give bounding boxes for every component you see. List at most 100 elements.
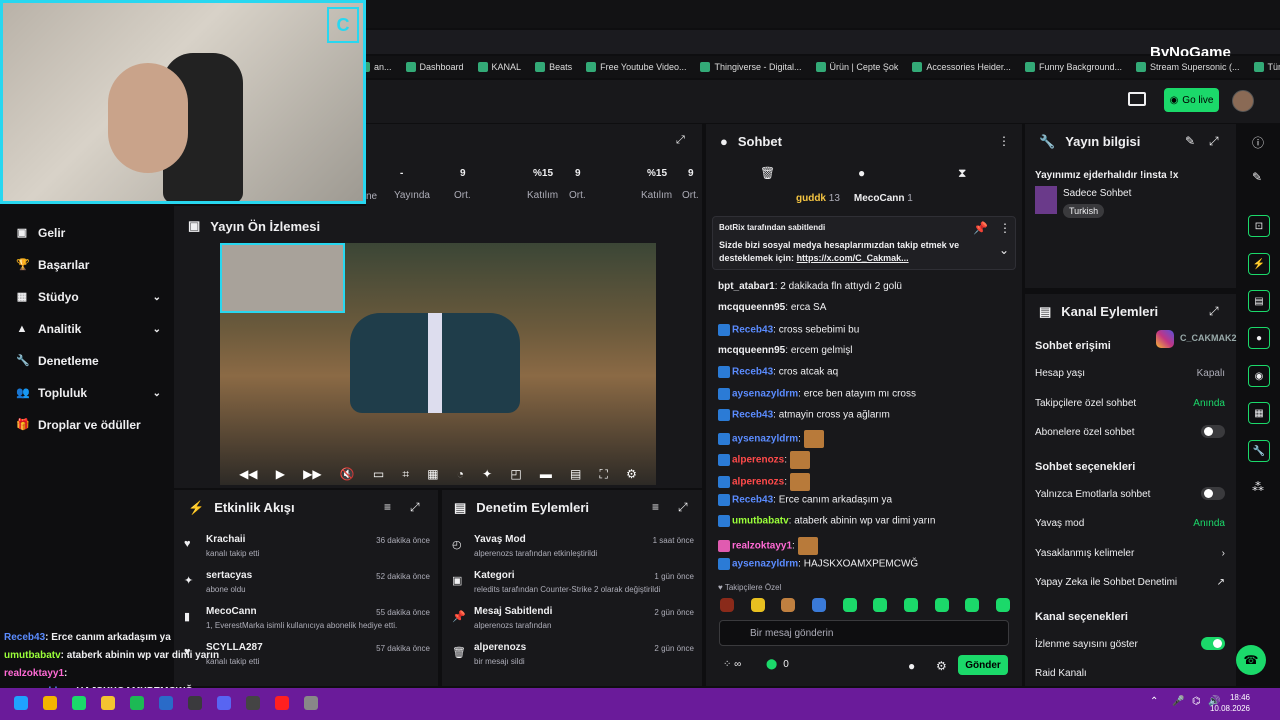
chat-bubble-icon[interactable]: ●: [858, 166, 865, 180]
emote-icon[interactable]: [781, 598, 796, 612]
emote-icon[interactable]: [842, 598, 857, 612]
address-bar[interactable]: [360, 30, 1280, 54]
crop-icon[interactable]: ⌗: [402, 467, 409, 482]
emote-icon[interactable]: [811, 598, 826, 612]
broadcast-icon[interactable]: ◉: [1248, 365, 1270, 387]
tray-chevron-icon[interactable]: ⌃: [1150, 696, 1158, 707]
bookmark-item[interactable]: Accessories Heider...: [912, 62, 1011, 72]
chevron-down-icon[interactable]: ⌄: [153, 388, 161, 399]
speed-icon[interactable]: ◔: [457, 467, 464, 481]
sidebar-item[interactable]: ▲ Analitik ⌄: [16, 322, 161, 336]
chat-username[interactable]: Receb43: [732, 495, 773, 506]
emote-icon[interactable]: [903, 598, 918, 612]
chat-message[interactable]: Receb43: cros atcak aq: [718, 366, 838, 379]
taskbar-app-icon[interactable]: [275, 696, 289, 710]
expand-icon[interactable]: ⤢: [1209, 134, 1219, 149]
chat-message[interactable]: aysenazyldrm:: [718, 430, 824, 449]
sidebar-item[interactable]: 🎁 Droplar ve ödüller: [16, 418, 161, 432]
bookmark-item[interactable]: Funny Background...: [1024, 62, 1122, 72]
taskbar-app-icon[interactable]: [304, 696, 318, 710]
row-account-age[interactable]: Hesap yaşı Kapalı: [1035, 368, 1225, 379]
chat-message[interactable]: realzoktayy1:: [718, 536, 818, 555]
chat-message[interactable]: aysenazyldrm: HAJSKXOAMXPEMCWĞ: [718, 557, 918, 570]
emote-icon[interactable]: [995, 598, 1010, 612]
row-followers-only[interactable]: Takipçilere özel sohbet Anında: [1035, 398, 1225, 409]
chat-settings-icon[interactable]: ⚙: [936, 659, 947, 673]
tag[interactable]: Turkish: [1063, 204, 1105, 218]
viewers-toggle[interactable]: [1201, 637, 1225, 650]
bookmark-item[interactable]: Tüm Yer İşaretleri: [1253, 62, 1280, 72]
infinity-icon[interactable]: ⁘ ∞: [723, 659, 741, 670]
mic-icon[interactable]: 🎤: [1172, 696, 1184, 707]
bookmark-item[interactable]: Ürün | Cepte Şok: [815, 62, 898, 72]
sparkle-icon[interactable]: ✦: [482, 467, 492, 481]
taskbar-app-icon[interactable]: [217, 696, 231, 710]
scene-icon[interactable]: ⊡: [1248, 215, 1270, 237]
chevron-down-icon[interactable]: ⌄: [153, 324, 161, 335]
chat-message[interactable]: bpt_atabar1: 2 dakikada fln attıydı 2 go…: [718, 281, 902, 292]
mute-icon[interactable]: 🔇: [340, 467, 355, 481]
row-subs-only[interactable]: Abonelere özel sohbet: [1035, 425, 1225, 438]
bookmark-item[interactable]: Dashboard: [405, 62, 464, 72]
chat-username[interactable]: alperenozs: [732, 455, 784, 466]
sidebar-item[interactable]: 👥 Topluluk ⌄: [16, 386, 161, 400]
emote-icon[interactable]: [720, 598, 734, 612]
rewind-icon[interactable]: ◀◀: [239, 467, 257, 481]
chat-username[interactable]: realzoktayy1: [732, 540, 792, 551]
edit-icon[interactable]: ✎: [1185, 134, 1195, 148]
chat-username[interactable]: aysenazyldrm: [732, 388, 798, 399]
more-icon[interactable]: ⋮: [999, 221, 1011, 235]
chat-message[interactable]: Receb43: cross sebebimi bu: [718, 323, 859, 336]
category-name[interactable]: Sadece Sohbet: [1063, 188, 1131, 199]
emote-icon[interactable]: [873, 598, 888, 612]
more-icon[interactable]: ⋮: [998, 134, 1010, 148]
lightning-icon[interactable]: ⚡: [1248, 253, 1270, 275]
pinned-link[interactable]: https://x.com/C_Cakmak...: [797, 253, 909, 263]
expand-icon[interactable]: ⤢: [1209, 304, 1219, 319]
clock[interactable]: 18:46 10.08.2026: [1210, 692, 1250, 714]
chat-username[interactable]: umutbabatv: [732, 516, 789, 527]
points-display[interactable]: ⬤ 0: [766, 659, 789, 670]
chat-message[interactable]: alperenozs:: [718, 472, 810, 491]
taskbar-app-icon[interactable]: [159, 696, 173, 710]
pencil-icon[interactable]: ✎: [1252, 170, 1262, 184]
expand-icon[interactable]: ⤢: [678, 500, 688, 515]
send-button[interactable]: Gönder: [958, 655, 1008, 675]
chat-message[interactable]: aysenazyldrm: erce ben atayım mı cross: [718, 387, 916, 400]
emote-icon[interactable]: [965, 598, 980, 612]
row-raid-channel[interactable]: Raid Kanalı: [1035, 668, 1225, 679]
sidebar-item[interactable]: 🔧 Denetleme: [16, 354, 161, 368]
settings-icon[interactable]: ⚙: [626, 467, 637, 481]
row-emote-only[interactable]: Yalnızca Emotlarla sohbet: [1035, 487, 1225, 500]
chat-input[interactable]: Bir mesaj gönderin: [719, 620, 1009, 646]
taskbar-app-icon[interactable]: [130, 696, 144, 710]
chat-username[interactable]: mcqqueenn95: [718, 345, 785, 356]
chat-username[interactable]: alperenozs: [732, 476, 784, 487]
camera-icon[interactable]: [1128, 92, 1146, 106]
chevron-down-icon[interactable]: ⌄: [153, 292, 161, 303]
bookmark-item[interactable]: Beats: [535, 62, 572, 72]
emote-picker-icon[interactable]: ●: [908, 659, 915, 673]
taskbar-app-icon[interactable]: [14, 696, 28, 710]
stream-preview-video[interactable]: [220, 243, 656, 485]
hourglass-icon[interactable]: ⧗: [958, 166, 966, 181]
sidebar-item[interactable]: ▣ Gelir: [16, 226, 161, 240]
chat-message[interactable]: umutbabatv: ataberk abinin wp var dimi y…: [718, 515, 935, 528]
support-icon[interactable]: ☎: [1236, 645, 1266, 675]
bookmark-item[interactable]: KANAL: [477, 62, 521, 72]
pip-icon[interactable]: ◰: [510, 467, 521, 481]
fullscreen-icon[interactable]: ⛶: [600, 467, 608, 482]
row-slow-mode[interactable]: Yavaş mod Anında: [1035, 518, 1225, 529]
bookmark-item[interactable]: Thingiverse - Digital...: [700, 62, 802, 72]
taskbar-app-icon[interactable]: [246, 696, 260, 710]
emote-toggle[interactable]: [1201, 487, 1225, 500]
row-banned-words[interactable]: Yasaklanmış kelimeler ›: [1035, 548, 1225, 559]
row-ai-moderation[interactable]: Yapay Zeka ile Sohbet Denetimi ↗: [1035, 577, 1225, 588]
filter-icon[interactable]: ≡: [652, 500, 659, 514]
network-icon[interactable]: ⌬: [1192, 696, 1201, 707]
chat-message[interactable]: Receb43: atmayin cross ya ağlarım: [718, 408, 890, 421]
sidebar-item[interactable]: ▦ Stüdyo ⌄: [16, 290, 161, 304]
chat-username[interactable]: aysenazyldrm: [732, 434, 798, 445]
chevron-down-icon[interactable]: ⌄: [999, 243, 1009, 257]
clip-icon[interactable]: ▭: [373, 467, 384, 481]
